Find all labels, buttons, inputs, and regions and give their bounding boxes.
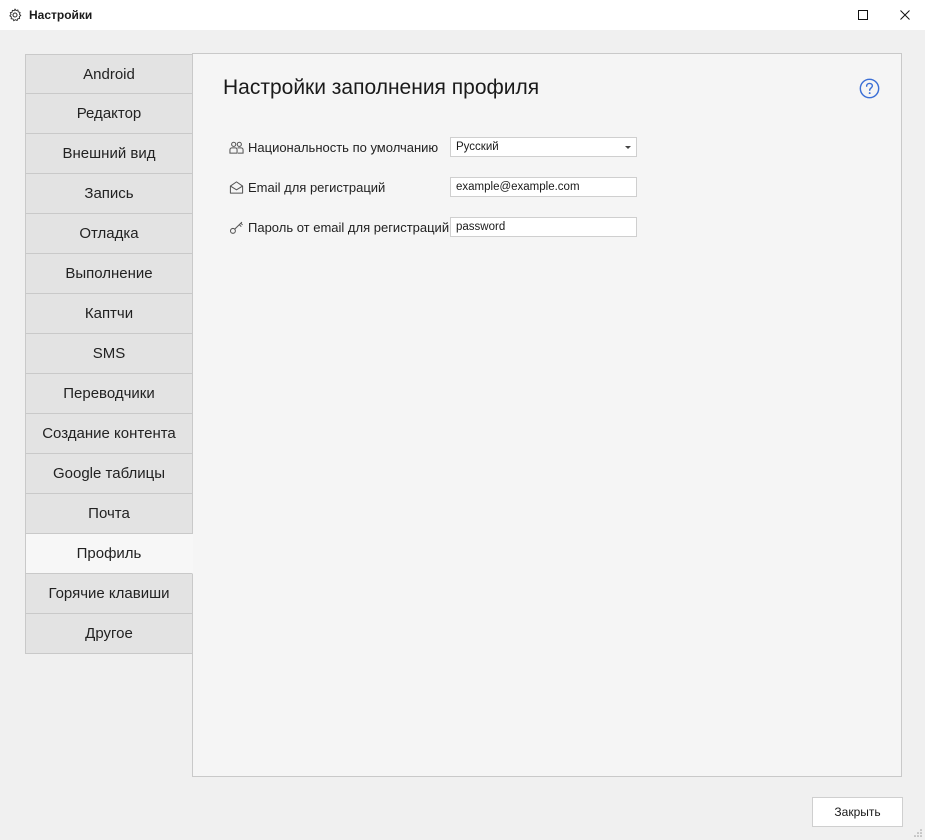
settings-window: Настройки Android Редактор Внешний вид З… <box>0 0 925 840</box>
profile-settings-panel: Настройки заполнения профиля Национально… <box>192 53 902 777</box>
nationality-label: Национальность по умолчанию <box>248 139 439 155</box>
email-label: Email для регистраций <box>248 179 386 195</box>
sidebar-item-google-sheets[interactable]: Google таблицы <box>25 454 193 494</box>
users-icon <box>229 141 244 154</box>
nationality-row: Национальность по умолчанию <box>229 137 438 157</box>
email-field[interactable] <box>450 177 637 197</box>
sidebar-item-translators[interactable]: Переводчики <box>25 374 193 414</box>
sidebar-item-editor[interactable]: Редактор <box>25 94 193 134</box>
email-row: Email для регистраций <box>229 177 385 197</box>
maximize-button[interactable] <box>843 0 883 30</box>
sidebar-item-content-creation[interactable]: Создание контента <box>25 414 193 454</box>
resize-grip-icon[interactable] <box>912 827 923 838</box>
page-title: Настройки заполнения профиля <box>223 76 540 99</box>
key-icon <box>229 221 243 234</box>
close-button[interactable]: Закрыть <box>812 797 903 827</box>
sidebar-item-hotkeys[interactable]: Горячие клавиши <box>25 574 193 614</box>
close-window-button[interactable] <box>885 0 925 30</box>
chevron-down-icon <box>625 145 631 149</box>
password-row: Пароль от email для регистраций <box>229 217 449 237</box>
sidebar-item-other[interactable]: Другое <box>25 614 193 654</box>
sidebar-item-mail[interactable]: Почта <box>25 494 193 534</box>
sidebar-item-execution[interactable]: Выполнение <box>25 254 193 294</box>
email-input[interactable] <box>456 181 631 193</box>
gear-icon <box>9 8 22 22</box>
close-icon <box>900 10 910 20</box>
window-title: Настройки <box>29 8 93 22</box>
password-label: Пароль от email для регистраций <box>248 219 450 235</box>
sidebar-item-captcha[interactable]: Каптчи <box>25 294 193 334</box>
sidebar-item-debugging[interactable]: Отладка <box>25 214 193 254</box>
password-field[interactable] <box>450 217 637 237</box>
settings-sidebar: Android Редактор Внешний вид Запись Отла… <box>25 54 193 654</box>
sidebar-item-sms[interactable]: SMS <box>25 334 193 374</box>
sidebar-item-recording[interactable]: Запись <box>25 174 193 214</box>
password-input[interactable] <box>456 221 631 233</box>
sidebar-item-android[interactable]: Android <box>25 54 193 94</box>
envelope-open-icon <box>229 180 244 194</box>
nationality-select[interactable]: Русский <box>450 137 637 157</box>
sidebar-item-appearance[interactable]: Внешний вид <box>25 134 193 174</box>
title-bar[interactable]: Настройки <box>0 0 925 30</box>
question-circle-icon[interactable] <box>859 78 880 99</box>
maximize-icon <box>858 10 868 20</box>
nationality-select-value: Русский <box>456 141 499 153</box>
sidebar-item-profile[interactable]: Профиль <box>25 534 193 574</box>
